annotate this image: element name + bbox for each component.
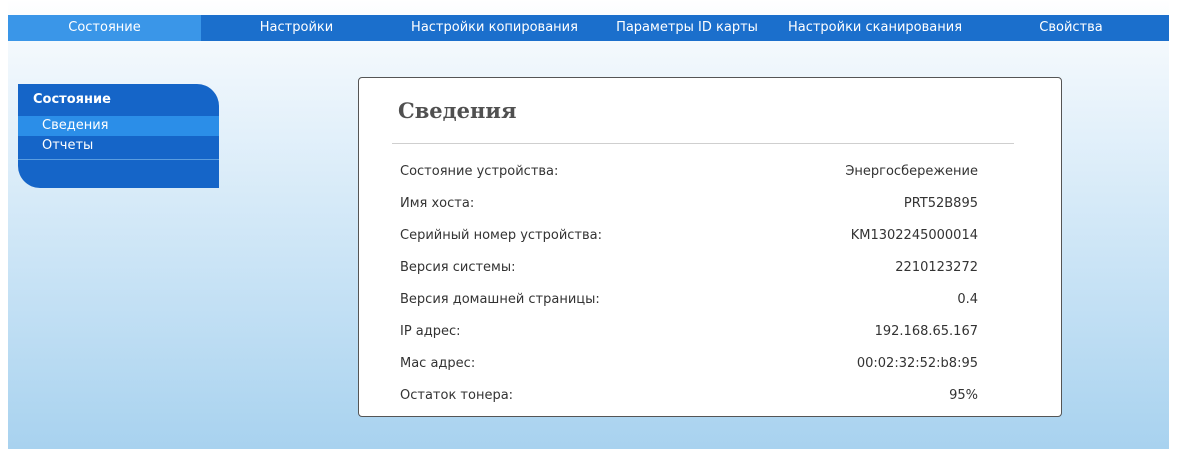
row-value: 00:02:32:52:b8:95 bbox=[856, 356, 978, 371]
row-label: Имя хоста: bbox=[400, 196, 475, 211]
row-label: Версия домашней страницы: bbox=[400, 292, 600, 307]
row-value: Энергосбережение bbox=[845, 164, 978, 179]
info-row-system-version: Версия системы: 2210123272 bbox=[400, 258, 978, 278]
nav-tab-id-card-settings[interactable]: Параметры ID карты bbox=[597, 15, 777, 41]
row-value: KM1302245000014 bbox=[850, 228, 978, 243]
nav-tab-copy-settings[interactable]: Настройки копирования bbox=[392, 15, 597, 41]
info-row-serial-number: Серийный номер устройства: KM13022450000… bbox=[400, 226, 978, 246]
sidebar: Состояние Сведения Отчеты bbox=[18, 84, 219, 188]
row-value: 2210123272 bbox=[895, 260, 978, 275]
sidebar-item-info[interactable]: Сведения bbox=[18, 116, 219, 136]
sidebar-title: Состояние bbox=[33, 92, 111, 107]
row-value: 95% bbox=[949, 388, 978, 403]
info-panel: Сведения Состояние устройства: Энергосбе… bbox=[358, 77, 1062, 417]
nav-tab-settings[interactable]: Настройки bbox=[201, 15, 392, 41]
row-label: IP адрес: bbox=[400, 324, 461, 339]
row-value: 0.4 bbox=[957, 292, 978, 307]
info-row-ip-address: IP адрес: 192.168.65.167 bbox=[400, 322, 978, 342]
row-label: Версия системы: bbox=[400, 260, 516, 275]
row-label: Остаток тонера: bbox=[400, 388, 514, 403]
info-row-toner-remaining: Остаток тонера: 95% bbox=[400, 386, 978, 406]
row-label: Серийный номер устройства: bbox=[400, 228, 603, 243]
nav-tab-scan-settings[interactable]: Настройки сканирования bbox=[777, 15, 973, 41]
info-row-homepage-version: Версия домашней страницы: 0.4 bbox=[400, 290, 978, 310]
sidebar-item-reports[interactable]: Отчеты bbox=[18, 136, 219, 156]
panel-divider bbox=[392, 143, 1014, 144]
sidebar-divider bbox=[18, 159, 219, 160]
row-label: Состояние устройства: bbox=[400, 164, 559, 179]
nav-tab-properties[interactable]: Свойства bbox=[973, 15, 1169, 41]
row-value: 192.168.65.167 bbox=[874, 324, 978, 339]
row-value: PRT52B895 bbox=[903, 196, 978, 211]
nav-tab-status[interactable]: Состояние bbox=[8, 15, 201, 41]
row-label: Mac адрес: bbox=[400, 356, 476, 371]
panel-title: Сведения bbox=[398, 98, 517, 123]
info-row-hostname: Имя хоста: PRT52B895 bbox=[400, 194, 978, 214]
info-row-mac-address: Mac адрес: 00:02:32:52:b8:95 bbox=[400, 354, 978, 374]
info-row-device-status: Состояние устройства: Энергосбережение bbox=[400, 162, 978, 182]
top-nav: Состояние Настройки Настройки копировани… bbox=[8, 15, 1169, 41]
